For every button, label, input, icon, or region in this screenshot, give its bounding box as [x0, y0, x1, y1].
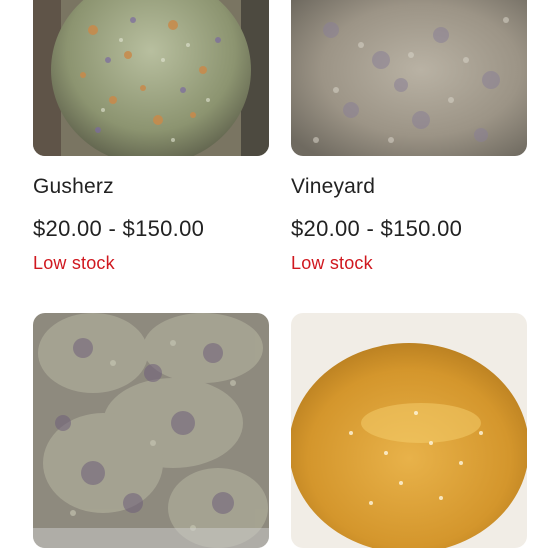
stock-status: Low stock [291, 253, 373, 273]
stock-status: Low stock [33, 253, 115, 273]
product-card-4[interactable] [291, 313, 527, 548]
product-card-gusherz[interactable]: Gusherz $20.00 - $150.00 Low stock [33, 0, 269, 273]
product-image-3[interactable] [33, 313, 269, 548]
product-card-vineyard[interactable]: Vineyard $20.00 - $150.00 Low stock [291, 0, 527, 273]
product-card-3[interactable] [33, 313, 269, 548]
product-price: $20.00 - $150.00 [291, 216, 463, 241]
product-price: $20.00 - $150.00 [33, 216, 205, 241]
product-name[interactable]: Gusherz [33, 175, 114, 199]
product-image-gusherz[interactable] [33, 0, 269, 156]
product-image-vineyard[interactable] [291, 0, 527, 156]
product-name[interactable]: Vineyard [291, 175, 375, 199]
product-image-4[interactable] [291, 313, 527, 548]
